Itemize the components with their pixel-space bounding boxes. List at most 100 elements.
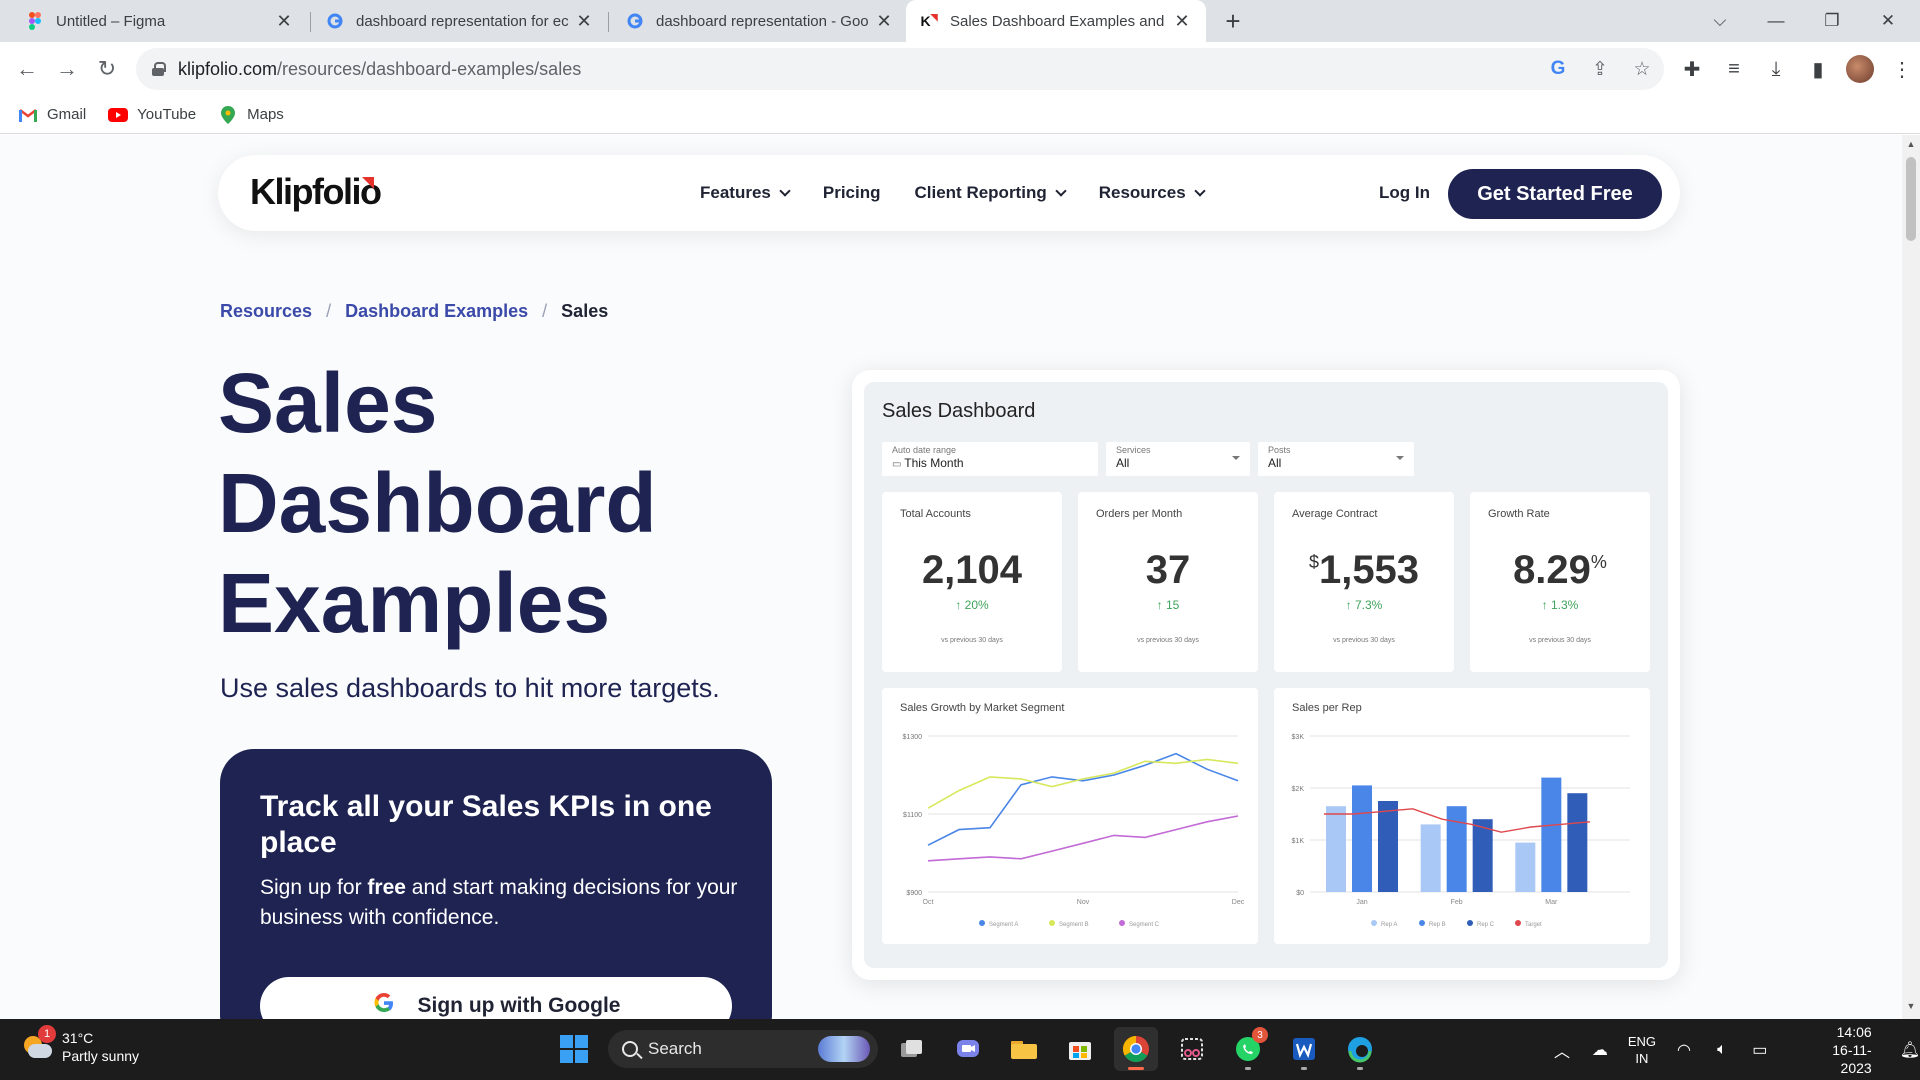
scroll-up-icon[interactable]: ▲ <box>1906 139 1916 149</box>
close-icon[interactable]: ✕ <box>1172 11 1192 32</box>
chevron-down-icon <box>1193 184 1206 197</box>
signup-promo-card: Track all your Sales KPIs in one place S… <box>220 749 772 1019</box>
dashboard-title: Sales Dashboard <box>882 400 1036 422</box>
tab-google-search-1[interactable]: dashboard representation for ec ✕ <box>312 0 608 42</box>
bookmark-label: Gmail <box>47 106 87 123</box>
series-line-segment-a <box>927 752 1239 846</box>
back-arrow-icon[interactable]: ← <box>10 52 44 86</box>
bar-chart: $3K $2K $1K $0 Jan Feb Mar Rep A Rep B Rep C Targe… <box>1292 734 1630 928</box>
menu-pricing[interactable]: Pricing <box>823 183 881 203</box>
breadcrumb: Resources / Dashboard Examples / Sales <box>220 301 608 322</box>
new-tab-button[interactable]: + <box>1218 6 1248 36</box>
address-bar[interactable]: klipfolio.com/resources/dashboard-exampl… <box>136 48 1664 90</box>
legend-label: Rep C <box>1477 922 1495 928</box>
tab-search-chevron-icon[interactable]: ⌵ <box>1692 0 1748 42</box>
whatsapp-icon[interactable]: 3 <box>1226 1027 1270 1071</box>
get-started-button[interactable]: Get Started Free <box>1448 169 1662 219</box>
promo-title: Track all your Sales KPIs in one place <box>260 790 712 859</box>
services-filter[interactable]: Services All <box>1106 442 1250 476</box>
edge-icon[interactable] <box>1338 1027 1382 1071</box>
legend-marker <box>1049 920 1055 926</box>
legend-label: Rep A <box>1381 922 1397 928</box>
more-menu-icon[interactable]: ⋮ <box>1888 52 1916 86</box>
close-icon[interactable]: ✕ <box>874 11 894 32</box>
gmail-icon <box>18 107 38 123</box>
wifi-icon[interactable]: ◠ <box>1674 1040 1694 1060</box>
breadcrumb-dashboard-examples[interactable]: Dashboard Examples <box>345 301 528 322</box>
reading-list-icon[interactable]: ≡ <box>1720 52 1748 86</box>
kpi-label: Growth Rate <box>1488 508 1550 520</box>
volume-icon[interactable]: 🔈︎ <box>1712 1041 1732 1059</box>
page-scrollbar[interactable]: ▲ ▼ <box>1902 135 1920 1019</box>
windows-taskbar: 31°C Partly sunny 1 Search 3 ︿ ☁ ENG IN … <box>0 1019 1920 1080</box>
chevron-down-icon <box>779 184 791 197</box>
share-icon[interactable]: ⇪ <box>1588 57 1612 81</box>
url-text[interactable]: klipfolio.com/resources/dashboard-exampl… <box>178 59 581 80</box>
tab-google-search-2[interactable]: dashboard representation - Goo ✕ <box>612 0 908 42</box>
scroll-thumb[interactable] <box>1906 157 1916 241</box>
microsoft-store-icon[interactable] <box>1058 1027 1102 1071</box>
onedrive-cloud-icon[interactable]: ☁ <box>1590 1040 1610 1060</box>
y-tick-label: $3K <box>1292 734 1305 741</box>
kpi-value: $1,553 <box>1274 548 1454 593</box>
bookmark-maps[interactable]: Maps <box>218 105 284 124</box>
close-icon[interactable]: ✕ <box>274 11 294 32</box>
filter-value-text: This Month <box>904 456 964 470</box>
kpi-delta: ↑ 7.3% <box>1345 598 1383 612</box>
kpi-value: 37 <box>1078 548 1258 593</box>
clock[interactable]: 14:06 16-11-2023 <box>1808 1023 1871 1077</box>
breadcrumb-resources[interactable]: Resources <box>220 301 312 322</box>
posts-filter[interactable]: Posts All <box>1258 442 1414 476</box>
tab-separator <box>310 12 311 32</box>
menu-label: Features <box>700 183 771 202</box>
battery-icon[interactable]: ▭ <box>1750 1040 1770 1060</box>
bookmark-youtube[interactable]: YouTube <box>108 106 196 123</box>
tab-strip: Untitled – Figma ✕ dashboard representat… <box>0 0 1920 42</box>
snipping-tool-icon[interactable] <box>1170 1027 1214 1071</box>
taskbar-search[interactable]: Search <box>608 1030 878 1068</box>
language-indicator[interactable]: ENG IN <box>1628 1033 1656 1067</box>
date-range-filter[interactable]: Auto date range ▭ This Month <box>882 442 1098 476</box>
word-icon[interactable] <box>1282 1027 1326 1071</box>
bar-rep-c <box>1472 819 1493 892</box>
login-link[interactable]: Log In <box>1379 183 1430 203</box>
forward-arrow-icon[interactable]: → <box>50 52 84 86</box>
extensions-puzzle-icon[interactable]: ✚ <box>1678 52 1706 86</box>
google-lens-icon[interactable]: G <box>1546 57 1570 81</box>
task-view-icon[interactable] <box>890 1027 934 1071</box>
bookmark-star-icon[interactable]: ☆ <box>1630 57 1654 81</box>
side-panel-icon[interactable]: ▮ <box>1804 52 1832 86</box>
kpi-footnote: vs previous 30 days <box>941 637 1003 644</box>
menu-client-reporting[interactable]: Client Reporting <box>915 183 1067 203</box>
klipfolio-logo[interactable]: Klipfolio <box>250 171 382 213</box>
reload-icon[interactable]: ↻ <box>90 52 124 86</box>
promo-text-bold: free <box>367 876 406 899</box>
profile-avatar[interactable] <box>1846 55 1874 83</box>
download-icon[interactable]: ⤓ <box>1762 52 1790 86</box>
main-menu: Features Pricing Client Reporting Resour… <box>700 155 1206 231</box>
tab-figma[interactable]: Untitled – Figma ✕ <box>12 0 308 42</box>
google-signup-button[interactable]: Sign up with Google <box>260 977 732 1019</box>
y-tick-label: $900 <box>906 890 922 897</box>
menu-resources[interactable]: Resources <box>1099 183 1206 203</box>
whatsapp-badge: 3 <box>1252 1027 1268 1043</box>
chrome-icon[interactable] <box>1114 1027 1158 1071</box>
teams-chat-icon[interactable] <box>946 1027 990 1071</box>
restore-icon[interactable]: ❐ <box>1804 0 1860 42</box>
chevron-up-icon[interactable]: ︿ <box>1552 1038 1572 1062</box>
browser-toolbar: ← → ↻ klipfolio.com/resources/dashboard-… <box>0 42 1920 96</box>
scroll-down-icon[interactable]: ▼ <box>1906 1001 1916 1011</box>
bookmark-gmail[interactable]: Gmail <box>18 106 86 123</box>
kpi-value: 8.29% <box>1470 548 1650 593</box>
weather-badge: 1 <box>38 1025 56 1043</box>
close-window-icon[interactable]: ✕ <box>1860 0 1916 42</box>
menu-features[interactable]: Features <box>700 183 791 203</box>
minimize-icon[interactable]: — <box>1748 0 1804 42</box>
breadcrumb-separator: / <box>326 301 332 321</box>
close-icon[interactable]: ✕ <box>574 11 594 32</box>
windows-start-icon[interactable] <box>552 1027 596 1071</box>
lock-icon[interactable] <box>152 62 166 76</box>
notification-bell-icon[interactable]: 🔔︎ <box>1900 1040 1920 1060</box>
file-explorer-icon[interactable] <box>1002 1027 1046 1071</box>
tab-klipfolio[interactable]: K ◥ Sales Dashboard Examples and ✕ <box>906 0 1206 42</box>
